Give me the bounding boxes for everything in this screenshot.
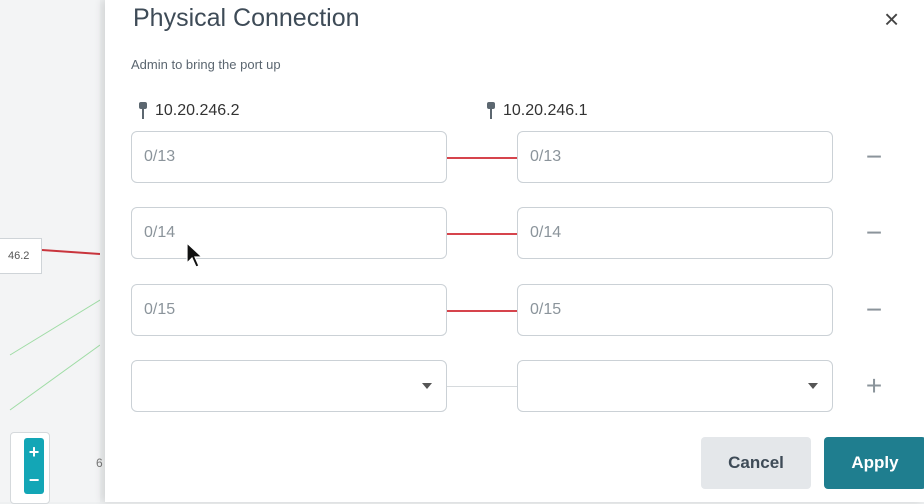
background-text: 6 bbox=[96, 456, 103, 470]
port-b-input[interactable]: 0/13 bbox=[517, 131, 833, 183]
new-connection-row: + bbox=[131, 360, 911, 414]
chevron-down-icon bbox=[808, 383, 818, 389]
connection-link bbox=[447, 157, 517, 159]
remove-connection-button[interactable]: − bbox=[859, 139, 889, 175]
close-icon[interactable]: × bbox=[884, 6, 899, 32]
chevron-down-icon bbox=[422, 383, 432, 389]
device-b-header: 10.20.246.1 bbox=[487, 102, 588, 120]
zoom-in-button[interactable]: + bbox=[29, 442, 40, 463]
connection-link bbox=[447, 310, 517, 312]
port-a-input[interactable]: 0/14 bbox=[131, 207, 447, 259]
remove-connection-button[interactable]: − bbox=[859, 215, 889, 251]
connection-row: 0/15 0/15 − bbox=[131, 284, 911, 338]
device-b-label: 10.20.246.1 bbox=[503, 102, 588, 119]
port-b-input[interactable]: 0/14 bbox=[517, 207, 833, 259]
dialog-title: Physical Connection bbox=[133, 4, 360, 32]
zoom-control: + − bbox=[24, 438, 44, 494]
port-a-input[interactable]: 0/13 bbox=[131, 131, 447, 183]
physical-connection-dialog: Physical Connection × Admin to bring the… bbox=[105, 0, 924, 502]
apply-button[interactable]: Apply bbox=[824, 437, 924, 489]
topology-canvas[interactable]: 46.2 + − 6 bbox=[0, 0, 103, 504]
node-label: 46.2 bbox=[8, 250, 30, 262]
connection-row: 0/14 0/14 − bbox=[131, 207, 911, 261]
port-b-select[interactable] bbox=[517, 360, 833, 412]
connection-link-placeholder bbox=[447, 386, 517, 387]
device-icon bbox=[487, 102, 495, 120]
port-b-input[interactable]: 0/15 bbox=[517, 284, 833, 336]
mouse-pointer-icon bbox=[186, 242, 204, 268]
port-a-select[interactable] bbox=[131, 360, 447, 412]
dialog-subtitle: Admin to bring the port up bbox=[131, 57, 281, 72]
zoom-out-button[interactable]: − bbox=[29, 470, 40, 491]
device-a-header: 10.20.246.2 bbox=[139, 102, 240, 120]
topology-node[interactable]: 46.2 bbox=[0, 238, 42, 274]
port-a-input[interactable]: 0/15 bbox=[131, 284, 447, 336]
connection-link bbox=[447, 233, 517, 235]
connection-row: 0/13 0/13 − bbox=[131, 131, 911, 185]
device-icon bbox=[139, 102, 147, 120]
cancel-button[interactable]: Cancel bbox=[701, 437, 811, 489]
add-connection-button[interactable]: + bbox=[859, 368, 889, 404]
remove-connection-button[interactable]: − bbox=[859, 292, 889, 328]
device-a-label: 10.20.246.2 bbox=[155, 102, 240, 119]
